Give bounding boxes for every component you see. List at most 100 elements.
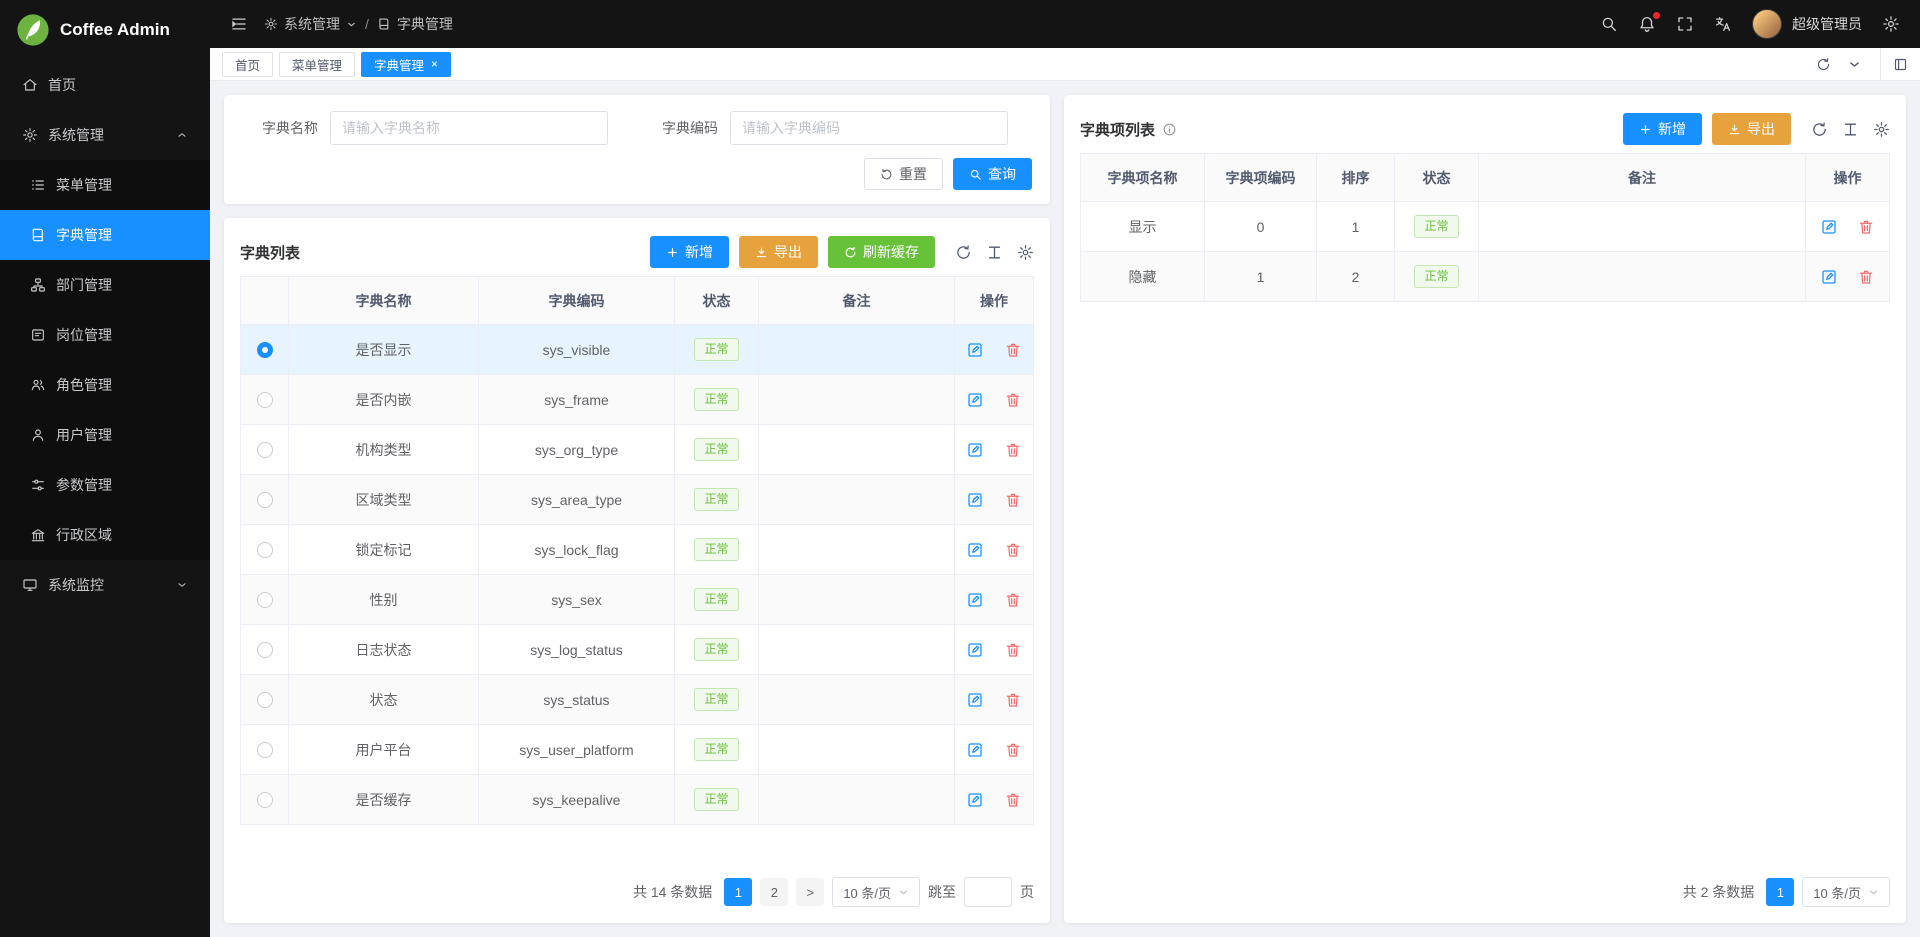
column-settings-icon[interactable] xyxy=(986,244,1003,261)
column-settings-icon[interactable] xyxy=(1842,121,1859,138)
edit-icon[interactable] xyxy=(966,591,984,609)
translate-icon[interactable] xyxy=(1714,15,1732,33)
delete-icon[interactable] xyxy=(1004,341,1022,359)
edit-icon[interactable] xyxy=(1820,218,1838,236)
export-dict-item-button[interactable]: 导出 xyxy=(1712,113,1791,145)
edit-icon[interactable] xyxy=(966,641,984,659)
sidebar-item-menu-mgmt[interactable]: 菜单管理 xyxy=(0,160,210,210)
delete-icon[interactable] xyxy=(1857,268,1875,286)
table-row[interactable]: 用户平台 sys_user_platform 正常 xyxy=(241,725,1034,775)
avatar[interactable] xyxy=(1752,9,1782,39)
sidebar-item-param-mgmt[interactable]: 参数管理 xyxy=(0,460,210,510)
refresh-cache-button[interactable]: 刷新缓存 xyxy=(828,236,935,268)
table-row[interactable]: 是否缓存 sys_keepalive 正常 xyxy=(241,775,1034,825)
add-dict-item-button[interactable]: 新增 xyxy=(1623,113,1702,145)
table-row[interactable]: 是否显示 sys_visible 正常 xyxy=(241,325,1034,375)
delete-icon[interactable] xyxy=(1004,491,1022,509)
sidebar-item-post-mgmt[interactable]: 岗位管理 xyxy=(0,310,210,360)
add-dict-button[interactable]: 新增 xyxy=(650,236,729,268)
edit-icon[interactable] xyxy=(966,441,984,459)
fullscreen-icon[interactable] xyxy=(1676,15,1694,33)
sidebar-item-user-mgmt[interactable]: 用户管理 xyxy=(0,410,210,460)
delete-icon[interactable] xyxy=(1004,641,1022,659)
row-radio[interactable] xyxy=(257,342,273,358)
notifications-button[interactable] xyxy=(1638,15,1656,33)
delete-icon[interactable] xyxy=(1004,691,1022,709)
table-row[interactable]: 是否内嵌 sys_frame 正常 xyxy=(241,375,1034,425)
delete-icon[interactable] xyxy=(1004,791,1022,809)
tab-close-icon[interactable]: × xyxy=(431,58,438,70)
table-row[interactable]: 性别 sys_sex 正常 xyxy=(241,575,1034,625)
breadcrumb-item-system[interactable]: 系统管理 xyxy=(264,14,357,34)
page-size-select[interactable]: 10 条/页 xyxy=(832,877,920,907)
tab-dict-mgmt[interactable]: 字典管理 × xyxy=(361,52,451,77)
page-number-1[interactable]: 1 xyxy=(1766,878,1794,906)
sidebar-item-region[interactable]: 行政区域 xyxy=(0,510,210,560)
table-row[interactable]: 锁定标记 sys_lock_flag 正常 xyxy=(241,525,1034,575)
refresh-table-icon[interactable] xyxy=(1811,121,1828,138)
refresh-tab-icon[interactable] xyxy=(1816,57,1831,72)
tab-menu-mgmt[interactable]: 菜单管理 xyxy=(279,52,355,77)
table-row[interactable]: 区域类型 sys_area_type 正常 xyxy=(241,475,1034,525)
delete-icon[interactable] xyxy=(1004,391,1022,409)
sidebar-item-label: 岗位管理 xyxy=(56,325,112,345)
jump-page-input[interactable] xyxy=(964,877,1012,907)
table-row[interactable]: 日志状态 sys_log_status 正常 xyxy=(241,625,1034,675)
table-settings-gear-icon[interactable] xyxy=(1873,121,1890,138)
edit-icon[interactable] xyxy=(966,791,984,809)
reset-button[interactable]: 重置 xyxy=(864,158,943,190)
table-settings-gear-icon[interactable] xyxy=(1017,244,1034,261)
query-button[interactable]: 查询 xyxy=(953,158,1032,190)
edit-icon[interactable] xyxy=(966,491,984,509)
edit-icon[interactable] xyxy=(966,391,984,409)
row-radio[interactable] xyxy=(257,792,273,808)
page-size-select[interactable]: 10 条/页 xyxy=(1802,877,1890,907)
collapse-sidebar-icon[interactable] xyxy=(230,15,248,33)
tab-options-chevron-icon[interactable] xyxy=(1847,57,1862,72)
delete-icon[interactable] xyxy=(1004,441,1022,459)
next-page-button[interactable]: > xyxy=(796,878,824,906)
content-fullscreen-icon[interactable] xyxy=(1893,57,1908,72)
sidebar-item-label: 菜单管理 xyxy=(56,175,112,195)
edit-icon[interactable] xyxy=(966,341,984,359)
row-radio[interactable] xyxy=(257,742,273,758)
breadcrumb-item-dict[interactable]: 字典管理 xyxy=(377,14,453,34)
edit-icon[interactable] xyxy=(1820,268,1838,286)
pagination-total: 共 2 条数据 xyxy=(1683,882,1755,902)
page-number-1[interactable]: 1 xyxy=(724,878,752,906)
page-number-2[interactable]: 2 xyxy=(760,878,788,906)
dict-name-input[interactable] xyxy=(330,111,608,145)
row-radio[interactable] xyxy=(257,692,273,708)
table-row[interactable]: 状态 sys_status 正常 xyxy=(241,675,1034,725)
column-header-action: 操作 xyxy=(1806,154,1890,202)
edit-icon[interactable] xyxy=(966,741,984,759)
row-radio[interactable] xyxy=(257,592,273,608)
row-radio[interactable] xyxy=(257,492,273,508)
delete-icon[interactable] xyxy=(1004,541,1022,559)
sidebar-item-dict-mgmt[interactable]: 字典管理 xyxy=(0,210,210,260)
sidebar-item-role-mgmt[interactable]: 角色管理 xyxy=(0,360,210,410)
delete-icon[interactable] xyxy=(1004,741,1022,759)
export-dict-button[interactable]: 导出 xyxy=(739,236,818,268)
dict-list-header: 字典列表 新增 导出 刷新 xyxy=(240,228,1034,276)
row-radio[interactable] xyxy=(257,642,273,658)
tab-home[interactable]: 首页 xyxy=(222,52,273,77)
dict-code-input[interactable] xyxy=(730,111,1008,145)
delete-icon[interactable] xyxy=(1004,591,1022,609)
edit-icon[interactable] xyxy=(966,691,984,709)
sidebar-group-system[interactable]: 系统管理 xyxy=(0,110,210,160)
edit-icon[interactable] xyxy=(966,541,984,559)
refresh-table-icon[interactable] xyxy=(955,244,972,261)
table-row[interactable]: 显示 0 1 正常 xyxy=(1081,202,1890,252)
sidebar-group-monitor[interactable]: 系统监控 xyxy=(0,560,210,610)
row-radio[interactable] xyxy=(257,442,273,458)
sidebar-item-dept-mgmt[interactable]: 部门管理 xyxy=(0,260,210,310)
sidebar-item-home[interactable]: 首页 xyxy=(0,60,210,110)
delete-icon[interactable] xyxy=(1857,218,1875,236)
settings-gear-icon[interactable] xyxy=(1882,15,1900,33)
table-row[interactable]: 隐藏 1 2 正常 xyxy=(1081,252,1890,302)
row-radio[interactable] xyxy=(257,392,273,408)
row-radio[interactable] xyxy=(257,542,273,558)
search-icon[interactable] xyxy=(1600,15,1618,33)
table-row[interactable]: 机构类型 sys_org_type 正常 xyxy=(241,425,1034,475)
